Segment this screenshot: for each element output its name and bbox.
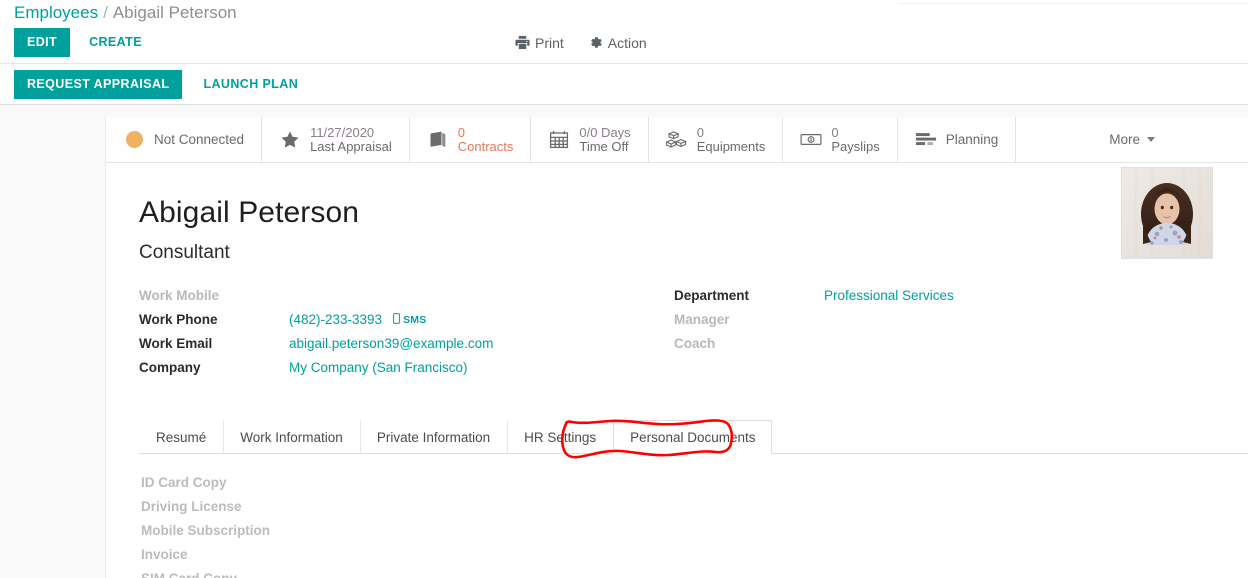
tab-work-information[interactable]: Work Information <box>223 420 360 454</box>
stat-button-payslips[interactable]: 0 Payslips <box>783 117 898 162</box>
breadcrumb: Employees / Abigail Peterson <box>14 3 237 22</box>
sms-label: SMS <box>403 314 427 327</box>
field-group-left: Work Mobile Work Phone (482)-233-3393 SMS… <box>139 288 674 384</box>
launch-plan-button[interactable]: LAUNCH PLAN <box>190 70 311 99</box>
field-value-company[interactable]: My Company (San Francisco) <box>289 360 468 375</box>
field-row-work-phone: Work Phone (482)-233-3393 SMS <box>139 312 674 336</box>
print-label: Print <box>535 34 564 51</box>
field-value-work-email[interactable]: abigail.peterson39@example.com <box>289 336 493 351</box>
field-row-company: Company My Company (San Francisco) <box>139 360 674 384</box>
page-title: Abigail Peterson <box>139 196 360 229</box>
send-sms-button[interactable]: SMS <box>393 313 426 327</box>
stat-button-time-off[interactable]: 0/0 Days Time Off <box>531 117 649 162</box>
field-row-manager: Manager <box>674 312 1074 336</box>
field-label-mobile-subscription-invoice[interactable]: Mobile Subscription Invoice <box>141 519 286 567</box>
stat-label-last-appraisal: Last Appraisal <box>310 138 392 154</box>
stat-button-contracts[interactable]: 0 Contracts <box>410 117 532 162</box>
field-row-department: Department Professional Services <box>674 288 1074 312</box>
gear-icon <box>588 35 603 50</box>
stat-value-contracts: 0 <box>457 124 465 140</box>
stat-value-time-off: 0/0 Days <box>579 124 631 140</box>
field-label-company: Company <box>139 360 201 375</box>
stat-value-payslips: 0 <box>831 124 839 140</box>
stat-value-last-appraisal: 11/27/2020 <box>310 124 375 140</box>
boxes-icon <box>665 130 688 149</box>
edit-button[interactable]: EDIT <box>14 28 71 57</box>
print-button[interactable]: Print <box>515 35 564 51</box>
field-value-department[interactable]: Professional Services <box>824 288 954 303</box>
employee-header: Abigail Peterson Consultant <box>106 163 1248 266</box>
page-background: Not Connected 11/27/2020 Last Appraisal <box>0 105 1248 578</box>
control-panel-actions: Print Action <box>515 35 647 51</box>
field-row-coach: Coach <box>674 336 1074 360</box>
field-label-coach: Coach <box>674 336 716 351</box>
book-icon <box>427 131 449 149</box>
field-row-work-email: Work Email abigail.peterson39@example.co… <box>139 336 674 360</box>
field-label-work-mobile: Work Mobile <box>139 288 220 303</box>
stat-text-last-appraisal: 11/27/2020 Last Appraisal <box>310 124 392 154</box>
field-groups: Work Mobile Work Phone (482)-233-3393 SMS… <box>106 266 1248 384</box>
stat-text-contracts: 0 Contracts <box>457 124 514 154</box>
stat-button-not-connected[interactable]: Not Connected <box>106 117 263 162</box>
breadcrumb-rule <box>898 3 1248 4</box>
stat-label-payslips: Payslips <box>831 138 880 154</box>
money-icon <box>800 131 822 148</box>
stat-label-equipments: Equipments <box>696 138 766 154</box>
stat-label-planning: Planning <box>945 132 999 147</box>
stat-label-not-connected: Not Connected <box>154 132 245 147</box>
stat-label-contracts: Contracts <box>457 138 514 154</box>
stat-button-equipments[interactable]: 0 Equipments <box>649 117 784 162</box>
field-row-work-mobile: Work Mobile <box>139 288 674 312</box>
more-label: More <box>1109 132 1141 147</box>
gantt-icon <box>915 131 937 149</box>
create-button[interactable]: CREATE <box>76 28 155 57</box>
field-label-department: Department <box>674 288 750 303</box>
field-label-work-phone: Work Phone <box>139 312 218 327</box>
stat-button-bar: Not Connected 11/27/2020 Last Appraisal <box>106 117 1248 163</box>
tab-resume[interactable]: Resumé <box>139 420 223 454</box>
field-value-work-phone[interactable]: (482)-233-3393 <box>289 312 382 327</box>
request-appraisal-button[interactable]: REQUEST APPRAISAL <box>14 69 183 99</box>
chevron-down-icon <box>1147 137 1156 142</box>
avatar[interactable] <box>1121 167 1213 259</box>
action-button[interactable]: Action <box>588 35 647 51</box>
form-action-bar: REQUEST APPRAISAL LAUNCH PLAN <box>0 64 1248 105</box>
star-icon <box>279 130 301 150</box>
breadcrumb-bar: Employees / Abigail Peterson <box>0 0 1248 22</box>
breadcrumb-current: Abigail Peterson <box>112 3 237 22</box>
mobile-icon <box>393 313 400 327</box>
tab-list: Resumé Work Information Private Informat… <box>139 419 1248 454</box>
field-label-id-card-copy[interactable]: ID Card Copy <box>141 471 286 495</box>
calendar-icon <box>548 130 570 149</box>
breadcrumb-root-link[interactable]: Employees <box>14 3 98 22</box>
stat-text-payslips: 0 Payslips <box>831 124 880 154</box>
employee-photo <box>1122 168 1212 258</box>
stat-button-planning[interactable]: Planning <box>898 117 1017 162</box>
field-label-work-email: Work Email <box>139 336 213 351</box>
notebook: Resumé Work Information Private Informat… <box>139 419 1248 578</box>
printer-icon <box>515 35 530 50</box>
stat-value-equipments: 0 <box>696 124 704 140</box>
breadcrumb-separator: / <box>103 3 108 22</box>
stat-text-time-off: 0/0 Days Time Off <box>579 124 631 154</box>
field-label-sim-card-copy[interactable]: SIM Card Copy <box>141 567 286 578</box>
field-group-right: Department Professional Services Manager… <box>674 288 1074 384</box>
status-dot-icon <box>123 131 145 148</box>
tab-personal-documents[interactable]: Personal Documents <box>613 420 773 454</box>
control-panel: EDIT CREATE Print Action <box>0 22 1248 64</box>
stat-button-last-appraisal[interactable]: 11/27/2020 Last Appraisal <box>262 117 410 162</box>
stat-label-time-off: Time Off <box>579 138 629 154</box>
field-label-driving-license[interactable]: Driving License <box>141 495 286 519</box>
tab-hr-settings[interactable]: HR Settings <box>507 420 613 454</box>
employee-job-title: Consultant <box>139 242 230 263</box>
tab-page-personal-documents: ID Card Copy Driving License Mobile Subs… <box>139 454 1248 578</box>
form-sheet: Not Connected 11/27/2020 Last Appraisal <box>105 117 1248 578</box>
stat-button-more[interactable]: More <box>1016 117 1248 162</box>
tab-private-information[interactable]: Private Information <box>359 420 507 454</box>
field-label-manager: Manager <box>674 312 730 327</box>
stat-text-equipments: 0 Equipments <box>696 124 766 154</box>
action-label: Action <box>607 34 647 51</box>
